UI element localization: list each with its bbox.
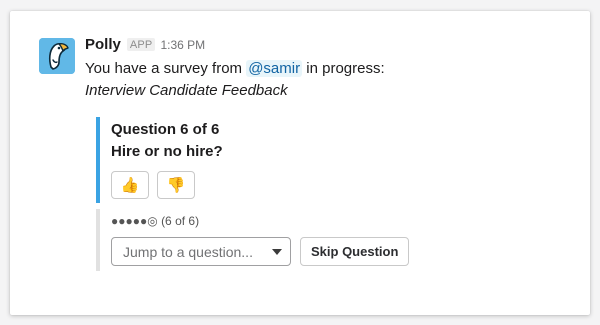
message-text: You have a survey from @samir in progres… [85,58,570,80]
question-number: Question 6 of 6 [111,121,220,138]
chevron-down-icon [272,249,282,255]
app-badge: APP [126,38,156,51]
polly-avatar[interactable] [39,38,75,74]
message-content: Polly APP 1:36 PM You have a survey from… [85,36,570,102]
jump-to-question-select[interactable]: Jump to a question... [111,237,291,266]
message-card: Polly APP 1:36 PM You have a survey from… [10,11,590,315]
thumbs-down-button[interactable]: 👎 [157,171,195,199]
thumbs-up-button[interactable]: 👍 [111,171,149,199]
message-timestamp[interactable]: 1:36 PM [160,38,205,52]
progress-label: (6 of 6) [161,214,200,228]
bot-name[interactable]: Polly [85,36,121,53]
question-attachment: Question 6 of 6 Hire or no hire? 👍 👎 [96,117,416,203]
thumbs-down-icon: 👎 [166,177,186,194]
thumbs-up-icon: 👍 [120,177,140,194]
message-header: Polly APP 1:36 PM [85,36,570,58]
progress-dots: ●●●●●◎ [111,214,158,228]
skip-question-button[interactable]: Skip Question [300,237,410,266]
survey-progress: ●●●●●◎ (6 of 6) [111,209,426,229]
message-text-after: in progress: [302,60,385,77]
navigation-controls: Jump to a question... Skip Question [111,237,426,266]
user-mention[interactable]: @samir [246,60,303,77]
navigation-attachment: ●●●●●◎ (6 of 6) Jump to a question... Sk… [96,209,426,271]
survey-title: Interview Candidate Feedback [85,82,288,99]
question-text: Hire or no hire? [111,143,223,160]
answer-buttons: 👍 👎 [111,171,416,199]
polly-parrot-icon [39,38,75,74]
jump-select-placeholder: Jump to a question... [123,243,253,260]
message-text-before: You have a survey from [85,60,247,77]
